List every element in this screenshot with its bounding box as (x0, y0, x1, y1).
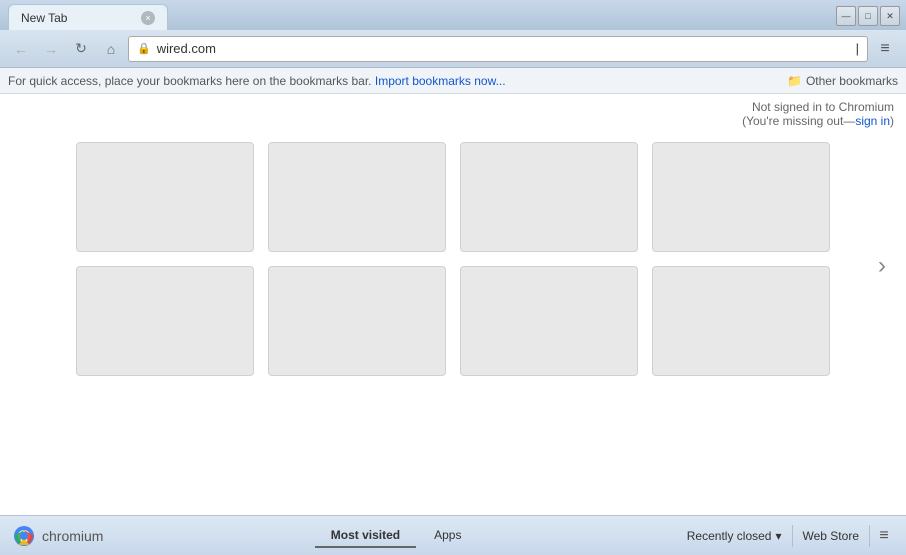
maximize-button[interactable]: □ (858, 6, 878, 26)
back-button[interactable]: ← (8, 36, 34, 62)
signin-line2: (You're missing out—sign in) (12, 114, 894, 128)
other-bookmarks-button[interactable]: 📁 Other bookmarks (787, 74, 898, 88)
dropdown-arrow-icon: ▾ (775, 529, 781, 543)
reload-button[interactable]: ↻ (68, 36, 94, 62)
chromium-logo: chromium (0, 524, 115, 548)
tab-strip: New Tab × (0, 4, 830, 30)
bottom-bar: chromium Most visited Apps Recently clos… (0, 515, 906, 555)
signin-notice: Not signed in to Chromium (You're missin… (0, 94, 906, 132)
bottom-tabs: Most visited Apps (115, 524, 676, 548)
menu-button[interactable]: ≡ (872, 36, 898, 62)
main-content: Not signed in to Chromium (You're missin… (0, 94, 906, 545)
web-store-button[interactable]: Web Store (793, 525, 870, 547)
thumbnail-6[interactable] (268, 266, 446, 376)
forward-button[interactable]: → (38, 36, 64, 62)
apps-tab[interactable]: Apps (418, 524, 477, 548)
signin-line1: Not signed in to Chromium (12, 100, 894, 114)
window-close-button[interactable]: ✕ (880, 6, 900, 26)
settings-button[interactable]: ≡ (870, 522, 898, 550)
thumbnail-4[interactable] (652, 142, 830, 252)
thumbnails-section: › (0, 132, 906, 400)
home-button[interactable]: ⌂ (98, 36, 124, 62)
bottom-right-controls: Recently closed ▾ Web Store ≡ (677, 522, 906, 550)
minimize-button[interactable]: — (836, 6, 856, 26)
thumbnail-8[interactable] (652, 266, 830, 376)
browser-chrome: ← → ↻ ⌂ 🔒 wired.com | ≡ For quick access… (0, 30, 906, 545)
import-bookmarks-link[interactable]: Import bookmarks now... (375, 74, 506, 88)
thumbnail-3[interactable] (460, 142, 638, 252)
thumbnails-row-1 (76, 142, 830, 252)
thumbnail-1[interactable] (76, 142, 254, 252)
title-bar: New Tab × — □ ✕ (0, 0, 906, 30)
toolbar: ← → ↻ ⌂ 🔒 wired.com | ≡ (0, 30, 906, 68)
thumbnail-7[interactable] (460, 266, 638, 376)
tab-close-button[interactable]: × (141, 11, 155, 25)
recently-closed-button[interactable]: Recently closed ▾ (677, 525, 793, 547)
bookmarks-bar: For quick access, place your bookmarks h… (0, 68, 906, 94)
next-page-button[interactable]: › (878, 252, 886, 280)
address-bar[interactable]: 🔒 wired.com | (128, 36, 868, 62)
address-text: wired.com (157, 41, 850, 56)
thumbnail-2[interactable] (268, 142, 446, 252)
chromium-icon (12, 524, 36, 548)
signin-link[interactable]: sign in (855, 114, 890, 128)
thumbnail-5[interactable] (76, 266, 254, 376)
chromium-text: chromium (42, 528, 103, 544)
address-lock-icon: 🔒 (137, 42, 151, 55)
most-visited-tab[interactable]: Most visited (315, 524, 416, 548)
window-controls: — □ ✕ (830, 2, 906, 30)
folder-icon: 📁 (787, 74, 802, 88)
tab-label: New Tab (21, 11, 67, 25)
new-tab[interactable]: New Tab × (8, 4, 168, 30)
thumbnails-row-2 (76, 266, 830, 376)
bookmarks-text: For quick access, place your bookmarks h… (8, 74, 787, 88)
cursor-indicator: | (856, 41, 859, 56)
